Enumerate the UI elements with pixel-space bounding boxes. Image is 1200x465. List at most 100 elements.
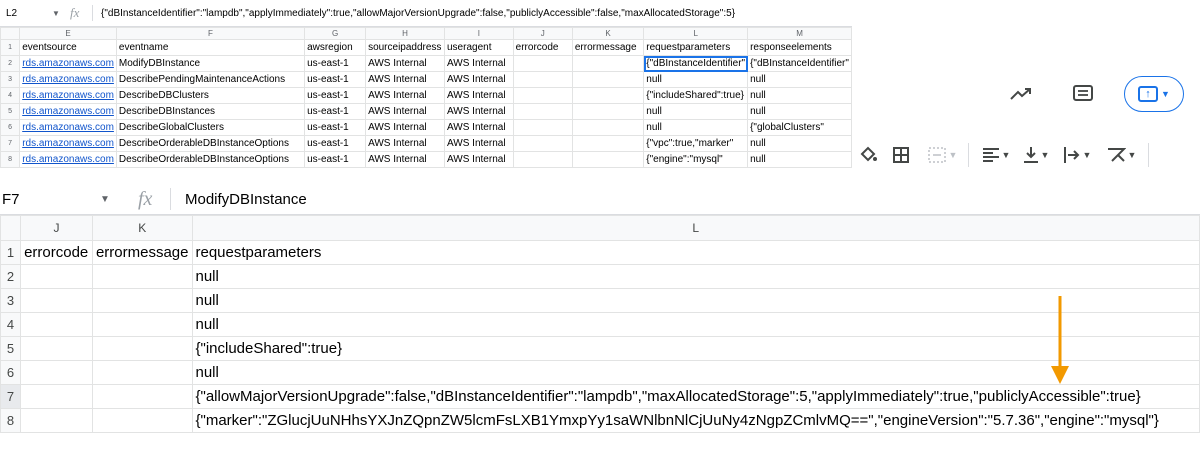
row-header[interactable]: 4 — [0, 87, 21, 104]
cell[interactable]: {"includeShared":true} — [191, 336, 1200, 361]
cell[interactable] — [20, 336, 93, 361]
cell[interactable] — [91, 384, 193, 409]
row-header[interactable]: 6 — [0, 360, 22, 385]
row-header[interactable]: 6 — [0, 119, 21, 136]
row-header[interactable]: 3 — [0, 71, 21, 88]
cell[interactable]: us-east-1 — [304, 103, 367, 120]
col-header-j[interactable]: J — [512, 27, 573, 40]
cell[interactable]: DescribePendingMaintenanceActions — [115, 71, 306, 88]
share-upload-button[interactable]: ↑ ▼ — [1124, 76, 1184, 112]
cell[interactable]: null — [747, 103, 852, 120]
col-header-l[interactable]: L — [643, 27, 749, 40]
cell[interactable]: errorcode — [20, 240, 93, 265]
cell[interactable] — [20, 408, 93, 433]
cell[interactable]: null — [191, 288, 1200, 313]
cell[interactable] — [571, 135, 645, 152]
cell[interactable] — [91, 312, 193, 337]
cell[interactable]: null — [643, 119, 749, 136]
cell[interactable]: AWS Internal — [444, 135, 514, 152]
cell[interactable] — [512, 55, 573, 72]
cell[interactable]: AWS Internal — [365, 135, 445, 152]
fill-color-icon[interactable] — [854, 142, 882, 168]
cell[interactable] — [512, 151, 573, 168]
cell[interactable] — [571, 87, 645, 104]
cell[interactable]: AWS Internal — [365, 103, 445, 120]
cell[interactable]: errormessage — [91, 240, 193, 265]
cell[interactable] — [512, 135, 573, 152]
cell[interactable]: null — [747, 135, 852, 152]
row-header[interactable]: 4 — [0, 312, 22, 337]
cell[interactable]: null — [191, 264, 1200, 289]
comment-icon[interactable] — [1068, 80, 1098, 108]
cell[interactable]: AWS Internal — [365, 119, 445, 136]
cell[interactable]: AWS Internal — [444, 71, 514, 88]
cell-link[interactable]: rds.amazonaws.com — [19, 119, 117, 136]
cell[interactable]: null — [191, 312, 1200, 337]
select-all-corner[interactable] — [0, 215, 22, 241]
cell[interactable] — [20, 288, 93, 313]
cell[interactable]: DescribeOrderableDBInstanceOptions — [115, 135, 306, 152]
col-header-k[interactable]: K — [91, 215, 193, 241]
col-header-i[interactable]: I — [444, 27, 514, 40]
text-rotation-icon[interactable]: ▼ — [1100, 142, 1142, 168]
cell[interactable]: AWS Internal — [444, 103, 514, 120]
cell[interactable]: us-east-1 — [304, 119, 367, 136]
selected-cell[interactable]: {"dBInstanceIdentifier" — [643, 55, 749, 72]
cell[interactable]: us-east-1 — [304, 55, 367, 72]
row-header[interactable]: 8 — [0, 408, 22, 433]
cell[interactable] — [571, 103, 645, 120]
cell[interactable] — [512, 119, 573, 136]
cell[interactable]: null — [747, 151, 852, 168]
bottom-formula-input[interactable]: ModifyDBInstance — [185, 191, 307, 208]
chevron-down-icon[interactable]: ▼ — [100, 194, 138, 205]
vertical-align-icon[interactable]: ▼ — [1018, 142, 1054, 168]
cell[interactable] — [91, 264, 193, 289]
cell[interactable]: {"vpc":true,"marker" — [643, 135, 749, 152]
text-wrap-icon[interactable]: ▼ — [1058, 142, 1096, 168]
row-header[interactable]: 7 — [0, 135, 21, 152]
cell[interactable]: sourceipaddress — [365, 39, 445, 56]
cell[interactable]: us-east-1 — [304, 87, 367, 104]
cell[interactable]: requestparameters — [643, 39, 749, 56]
cell[interactable]: AWS Internal — [444, 87, 514, 104]
row-header[interactable]: 5 — [0, 103, 21, 120]
cell[interactable]: {"globalClusters" — [747, 119, 852, 136]
cell[interactable]: null — [747, 71, 852, 88]
cell[interactable] — [91, 360, 193, 385]
cell[interactable]: DescribeDBInstances — [115, 103, 306, 120]
cell[interactable] — [571, 71, 645, 88]
cell[interactable]: errormessage — [571, 39, 645, 56]
col-header-k[interactable]: K — [571, 27, 645, 40]
cell-link[interactable]: rds.amazonaws.com — [19, 87, 117, 104]
row-header[interactable]: 5 — [0, 336, 22, 361]
col-header-e[interactable]: E — [19, 27, 117, 40]
cell-link[interactable]: rds.amazonaws.com — [19, 71, 117, 88]
cell[interactable]: responseelements — [747, 39, 852, 56]
col-header-g[interactable]: G — [304, 27, 367, 40]
cell-link[interactable]: rds.amazonaws.com — [19, 103, 117, 120]
cell[interactable]: {"dBInstanceIdentifier" — [747, 55, 852, 72]
chevron-down-icon[interactable]: ▼ — [52, 9, 70, 18]
merge-cells-icon[interactable]: ▼ — [920, 142, 964, 168]
row-header[interactable]: 2 — [0, 264, 22, 289]
cell[interactable]: requestparameters — [191, 240, 1200, 265]
col-header-l[interactable]: L — [191, 215, 1200, 241]
cell[interactable]: useragent — [444, 39, 514, 56]
cell[interactable]: DescribeDBClusters — [115, 87, 306, 104]
col-header-h[interactable]: H — [365, 27, 445, 40]
cell[interactable]: AWS Internal — [365, 71, 445, 88]
cell[interactable]: {"allowMajorVersionUpgrade":false,"dBIns… — [191, 384, 1200, 409]
cell[interactable]: DescribeOrderableDBInstanceOptions — [115, 151, 306, 168]
cell[interactable]: null — [191, 360, 1200, 385]
cell[interactable] — [91, 408, 193, 433]
cell[interactable]: null — [747, 87, 852, 104]
col-header-m[interactable]: M — [747, 27, 852, 40]
row-header[interactable]: 8 — [0, 151, 21, 168]
cell[interactable] — [20, 312, 93, 337]
cell[interactable]: errorcode — [512, 39, 573, 56]
cell[interactable]: ModifyDBInstance — [115, 55, 306, 72]
cell[interactable] — [512, 71, 573, 88]
row-header[interactable]: 1 — [0, 39, 21, 56]
cell[interactable]: {"engine":"mysql" — [643, 151, 749, 168]
cell[interactable]: AWS Internal — [365, 55, 445, 72]
